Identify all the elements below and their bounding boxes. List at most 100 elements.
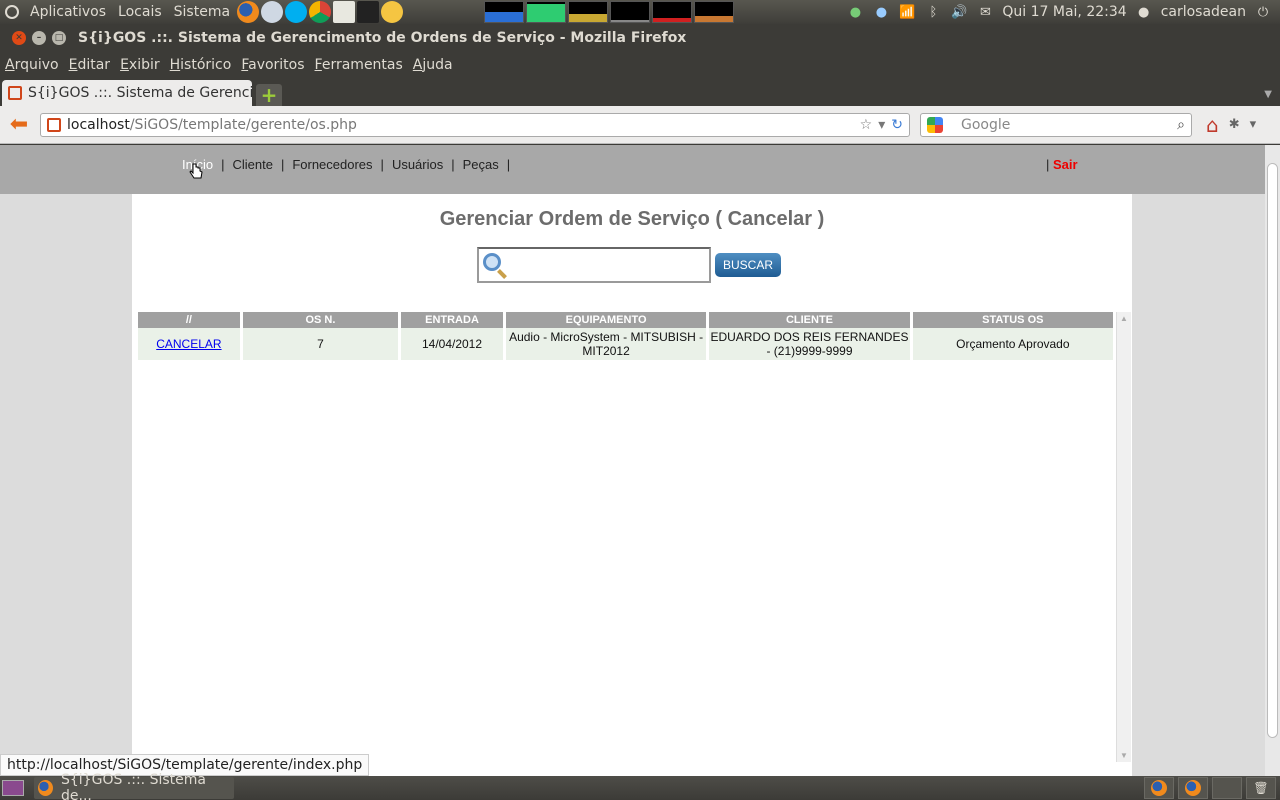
url-dropdown-icon[interactable]: ▾ (878, 117, 885, 133)
page-scrollbar-thumb[interactable] (1267, 163, 1278, 738)
site-favicon-icon (8, 86, 22, 100)
nav-separator: | (280, 157, 285, 172)
menu-exibir[interactable]: Exibir (115, 57, 165, 73)
addon-icon[interactable]: ✱ (1229, 117, 1240, 132)
window-titlebar: ✕ – □ S{i}GOS .::. Sistema de Gerencimen… (0, 24, 1280, 52)
page-title: Gerenciar Ordem de Serviço ( Cancelar ) (439, 208, 825, 230)
cell-os-number: 7 (242, 328, 399, 360)
url-bar[interactable]: localhost/SiGOS/template/gerente/os.php … (40, 112, 910, 137)
disk-graph (694, 1, 735, 23)
chrome-launcher-icon[interactable] (309, 1, 332, 23)
nav-separator: | (380, 157, 384, 172)
bluetooth-icon[interactable]: ᛒ (924, 3, 942, 21)
col-header-status[interactable]: STATUS OS (912, 312, 1113, 328)
search-magnifier-icon[interactable]: ⌕ (1177, 117, 1185, 133)
url-favicon-icon (47, 117, 61, 132)
menu-favoritos[interactable]: Favoritos (236, 57, 309, 73)
nav-cliente[interactable]: Cliente (232, 157, 272, 172)
firefox-icon (1185, 780, 1201, 796)
nav-separator: | (1046, 157, 1050, 172)
skype-launcher-icon[interactable] (285, 1, 308, 23)
nav-separator: | (506, 157, 511, 172)
memory-graph (526, 1, 567, 23)
text-editor-launcher-icon[interactable] (333, 1, 356, 23)
show-desktop-icon[interactable] (2, 780, 24, 796)
overflow-chevron-icon[interactable]: ▾ (1250, 117, 1257, 132)
system-monitor[interactable] (484, 1, 735, 23)
menu-sistema[interactable]: Sistema (168, 4, 236, 20)
main-content: Gerenciar Ordem de Serviço ( Cancelar ) … (132, 194, 1132, 776)
cancelar-link[interactable]: CANCELAR (156, 337, 221, 351)
col-header-entrada[interactable]: ENTRADA (401, 312, 503, 328)
col-header-cliente[interactable]: CLIENTE (709, 312, 910, 328)
col-header-equipamento[interactable]: EQUIPAMENTO (505, 312, 707, 328)
col-header-action[interactable]: // (138, 312, 240, 328)
user-name[interactable]: carlosadean (1161, 4, 1246, 20)
mail-icon[interactable]: ✉ (976, 3, 994, 21)
menu-aplicativos[interactable]: Aplicativos (24, 4, 112, 20)
wifi-icon[interactable]: 📶 (898, 3, 916, 21)
clock[interactable]: Qui 17 Mai, 22:34 (1002, 4, 1126, 20)
google-engine-icon[interactable] (927, 116, 943, 133)
power-icon[interactable]: ⏻ (1254, 3, 1272, 21)
volume-icon[interactable]: 🔊 (950, 3, 968, 21)
reload-icon[interactable]: ↻ (891, 117, 903, 133)
bottom-panel: S{i}GOS .::. Sistema de... 🗑 (0, 772, 1280, 800)
menu-arquivo[interactable]: Arquivo (0, 57, 64, 73)
taskbar-firefox-icon-1[interactable] (1144, 777, 1174, 799)
cell-equipamento: Audio - MicroSystem - MITSUBISH - MIT201… (505, 328, 707, 360)
close-window-icon[interactable]: ✕ (12, 31, 26, 45)
os-grid: // OS N. ENTRADA EQUIPAMENTO CLIENTE STA… (135, 312, 1131, 762)
menu-historico[interactable]: Histórico (165, 57, 237, 73)
menu-ferramentas[interactable]: Ferramentas (310, 57, 408, 73)
new-tab-button[interactable]: + (256, 83, 282, 107)
url-host: localhost (67, 116, 130, 133)
trash-icon[interactable]: 🗑 (1246, 777, 1276, 799)
bookmark-star-icon[interactable]: ☆ (860, 117, 873, 133)
cpu-graph (484, 1, 525, 23)
browser-tabbar: S{i}GOS .::. Sistema de Gerenci... + ▼ (0, 78, 1280, 107)
taskbar-firefox-item[interactable]: S{i}GOS .::. Sistema de... (34, 772, 234, 800)
hand-cursor-icon (189, 163, 203, 179)
grid-scrollbar[interactable]: ▲ ▼ (1116, 312, 1131, 762)
load-graph (652, 1, 693, 23)
tab-title: S{i}GOS .::. Sistema de Gerenci... (28, 85, 252, 101)
ubuntu-logo-icon[interactable] (0, 0, 24, 24)
menu-ajuda[interactable]: Ajuda (408, 57, 458, 73)
nav-pecas[interactable]: Peças (463, 157, 499, 172)
table-header-row: // OS N. ENTRADA EQUIPAMENTO CLIENTE STA… (138, 312, 1113, 328)
col-header-os-number[interactable]: OS N. (242, 312, 399, 328)
maximize-window-icon[interactable]: □ (52, 31, 66, 45)
back-arrow-icon[interactable]: ⬅ (6, 112, 32, 138)
browser-tab[interactable]: S{i}GOS .::. Sistema de Gerenci... (2, 80, 252, 106)
search-placeholder: Google (961, 116, 1011, 133)
tab-list-chevron-icon[interactable]: ▼ (1264, 89, 1272, 100)
minimize-window-icon[interactable]: – (32, 31, 46, 45)
thunderbird-launcher-icon[interactable] (261, 1, 284, 23)
cell-cliente: EDUARDO DOS REIS FERNANDES - (21)9999-99… (709, 328, 910, 360)
ubuntu-one-icon[interactable]: ● (872, 3, 890, 21)
pidgin-launcher-icon[interactable] (381, 1, 404, 23)
workspace-switcher[interactable] (1212, 777, 1242, 799)
firefox-launcher-icon[interactable] (237, 1, 260, 23)
menu-editar[interactable]: Editar (64, 57, 115, 73)
cell-action: CANCELAR (138, 328, 240, 360)
scroll-down-icon[interactable]: ▼ (1120, 751, 1128, 760)
page-scrollbar[interactable] (1265, 145, 1280, 776)
logout-link[interactable]: Sair (1053, 157, 1078, 172)
taskbar-firefox-icon-2[interactable] (1178, 777, 1208, 799)
terminal-launcher-icon[interactable] (357, 1, 380, 23)
scroll-up-icon[interactable]: ▲ (1120, 314, 1128, 323)
nav-fornecedores[interactable]: Fornecedores (292, 157, 372, 172)
magnifier-icon (483, 253, 501, 271)
buscar-button[interactable]: BUSCAR (715, 253, 781, 277)
table-row: CANCELAR 7 14/04/2012 Audio - MicroSyste… (138, 328, 1113, 360)
network-graph (568, 1, 609, 23)
nav-usuarios[interactable]: Usuários (392, 157, 443, 172)
top-panel: Aplicativos Locais Sistema ● ● 📶 ᛒ 🔊 ✉ Q… (0, 0, 1280, 24)
search-input[interactable] (477, 247, 711, 283)
chat-status-icon[interactable]: ● (846, 3, 864, 21)
search-bar[interactable]: Google ⌕ (920, 112, 1192, 137)
home-icon[interactable]: ⌂ (1206, 113, 1219, 137)
menu-locais[interactable]: Locais (112, 4, 168, 20)
